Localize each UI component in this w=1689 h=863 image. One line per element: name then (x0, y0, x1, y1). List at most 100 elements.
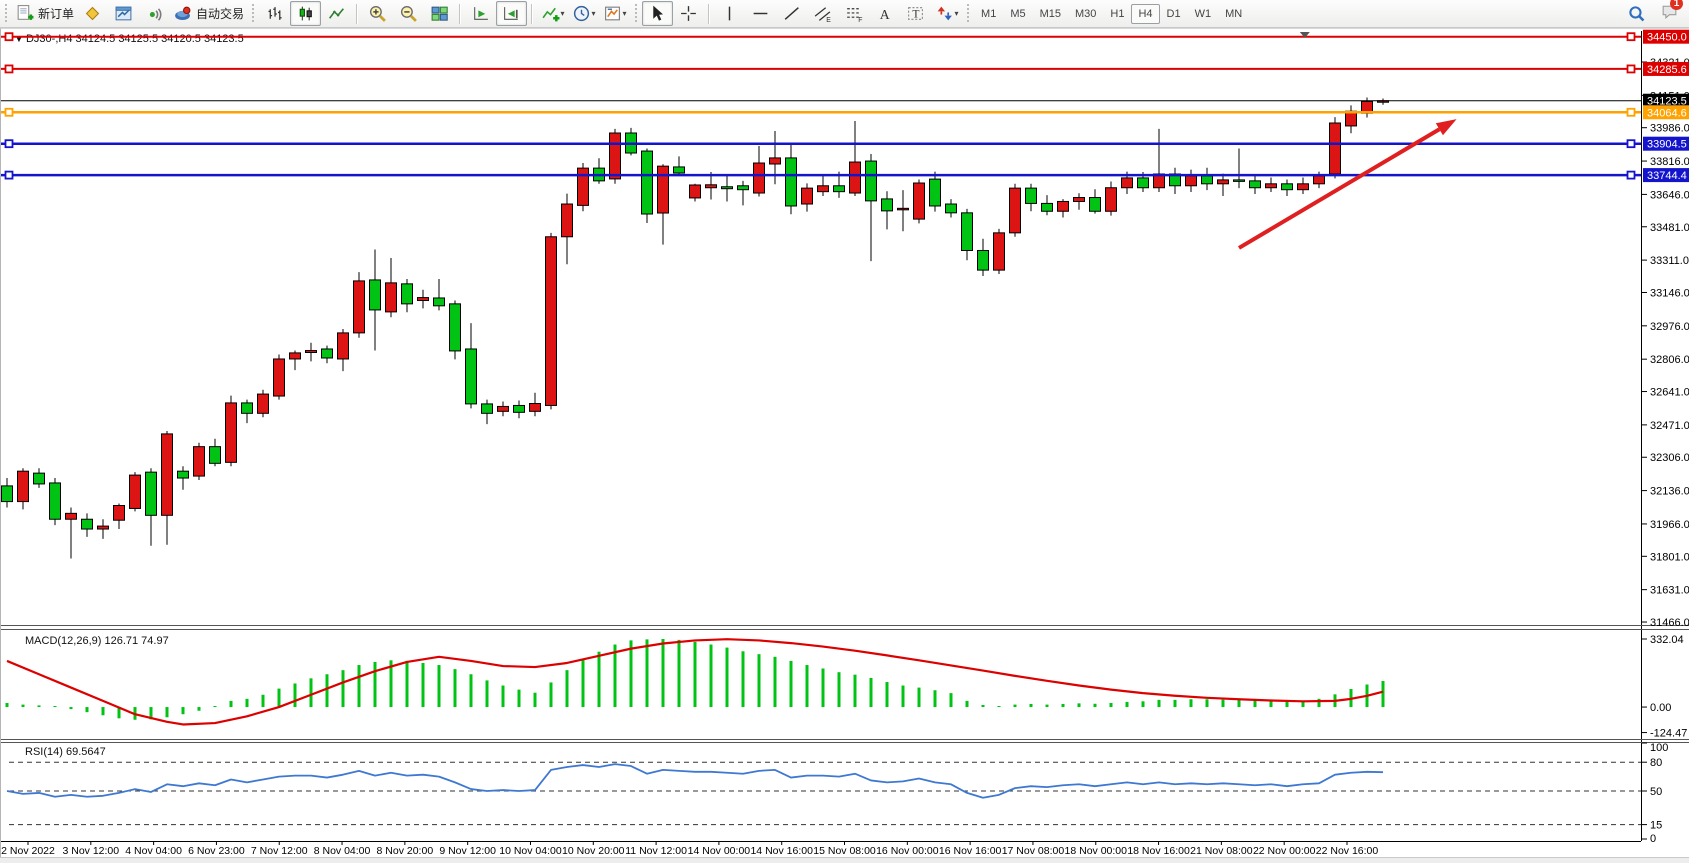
timeframe-M5-button[interactable]: M5 (1003, 4, 1032, 24)
line-handle[interactable] (1628, 140, 1635, 147)
crosshair-button[interactable] (673, 1, 704, 26)
candle (802, 188, 813, 204)
line-handle[interactable] (6, 65, 13, 72)
price-tick-label: 33311.0 (1650, 255, 1689, 267)
candle (690, 185, 701, 198)
chart-area[interactable]: ▼ DJ30-,H4 34124.5 34125.5 34120.5 34123… (0, 28, 1689, 863)
time-tick-label: 11 Nov 12:00 (625, 845, 687, 857)
line-handle[interactable] (6, 33, 13, 40)
price-tag-label: 33904.5 (1647, 139, 1687, 151)
timeframe-MN-button[interactable]: MN (1218, 4, 1249, 24)
cursor-button[interactable] (642, 1, 673, 26)
new-order-button[interactable]: 新订单 (12, 1, 77, 26)
candle (1042, 203, 1053, 211)
zoom-out-icon (399, 4, 418, 23)
macd-histogram (7, 639, 1383, 720)
notification-badge: 1 (1670, 0, 1683, 10)
line-chart-button[interactable] (321, 1, 352, 26)
toolbar-grip (251, 4, 256, 24)
tile-windows-button[interactable] (424, 1, 455, 26)
time-axis[interactable]: 2 Nov 20223 Nov 12:004 Nov 04:006 Nov 23… (1, 841, 1378, 857)
new-order-button-label: 新订单 (38, 5, 74, 22)
toolbar-grip (4, 4, 9, 24)
candle (1026, 188, 1037, 203)
toolbar-separator (708, 4, 710, 24)
charts-button[interactable] (108, 1, 139, 26)
timeframe-M15-button[interactable]: M15 (1033, 4, 1068, 24)
bar-chart-button[interactable] (259, 1, 290, 26)
price-tick-label: 31631.0 (1650, 585, 1689, 597)
timeframe-W1-button[interactable]: W1 (1188, 4, 1219, 24)
timeframe-D1-button[interactable]: D1 (1160, 4, 1188, 24)
templates-button[interactable]: ▾ (599, 1, 630, 26)
candle (722, 187, 733, 189)
timeframe-M30-button[interactable]: M30 (1068, 4, 1103, 24)
line-handle[interactable] (1628, 65, 1635, 72)
price-tick-label: 31801.0 (1650, 551, 1689, 563)
timeframe-H4-button[interactable]: H4 (1131, 4, 1159, 24)
text-button[interactable]: A (869, 1, 900, 26)
candle (258, 394, 269, 413)
indicators-button[interactable]: ▾ (537, 1, 568, 26)
text-label-button[interactable]: T (900, 1, 931, 26)
line-handle[interactable] (1628, 172, 1635, 179)
candle (66, 513, 77, 519)
candle (818, 186, 829, 192)
candle (1074, 198, 1085, 202)
candlestick-button[interactable] (290, 1, 321, 26)
broadcast-button[interactable] (139, 1, 170, 26)
candle (2, 486, 13, 502)
crosshair-icon (679, 4, 698, 23)
zoom-out-button[interactable] (393, 1, 424, 26)
market-watch-button[interactable] (77, 1, 108, 26)
chevron-down-icon: ▾ (592, 9, 596, 18)
price-tick-label: 31966.0 (1650, 519, 1689, 531)
timeframe-M1-button[interactable]: M1 (974, 4, 1003, 24)
search-icon (1627, 4, 1646, 23)
line-handle[interactable] (6, 109, 13, 116)
price-tag-label: 33744.4 (1647, 170, 1687, 182)
line-handle[interactable] (1628, 33, 1635, 40)
candle (546, 237, 557, 406)
trendline-button[interactable] (776, 1, 807, 26)
horizontal-line-button[interactable] (745, 1, 776, 26)
candle (962, 213, 973, 251)
candle (978, 250, 989, 270)
price-tick-label: 33646.0 (1650, 189, 1689, 201)
candle (706, 185, 717, 188)
candle (898, 208, 909, 210)
line-handle[interactable] (1628, 109, 1635, 116)
time-tick-label: 14 Nov 00:00 (688, 845, 751, 857)
candle (274, 359, 285, 396)
timeframe-H1-button[interactable]: H1 (1103, 4, 1131, 24)
chart-shift-button[interactable] (496, 1, 527, 26)
candle (850, 162, 861, 193)
rsi-line (7, 764, 1383, 798)
fibonacci-button[interactable]: F (838, 1, 869, 26)
periods-button[interactable]: ▾ (568, 1, 599, 26)
search-button[interactable] (1621, 1, 1652, 26)
price-tick-label: 33146.0 (1650, 287, 1689, 299)
candle (114, 506, 125, 521)
chevron-down-icon: ▾ (561, 9, 565, 18)
channel-button[interactable]: E (807, 1, 838, 26)
vertical-line-button[interactable] (714, 1, 745, 26)
zoom-in-button[interactable] (362, 1, 393, 26)
candle (754, 163, 765, 193)
candle (658, 166, 669, 213)
rsi-tick-label: 100 (1650, 742, 1668, 754)
vline-icon (720, 4, 739, 23)
notifications-button[interactable]: 1 (1660, 2, 1679, 26)
arrows-button[interactable]: ▾ (931, 1, 962, 26)
candle (914, 183, 925, 219)
candle (1330, 123, 1341, 174)
candle (994, 233, 1005, 270)
auto-trading-button[interactable]: 自动交易 (170, 1, 247, 26)
line-handle[interactable] (6, 172, 13, 179)
auto-scroll-button[interactable] (465, 1, 496, 26)
time-tick-label: 21 Nov 08:00 (1190, 845, 1253, 857)
time-tick-label: 17 Nov 08:00 (1002, 845, 1065, 857)
candles-icon (296, 4, 315, 23)
line-handle[interactable] (6, 140, 13, 147)
candle (434, 298, 445, 306)
